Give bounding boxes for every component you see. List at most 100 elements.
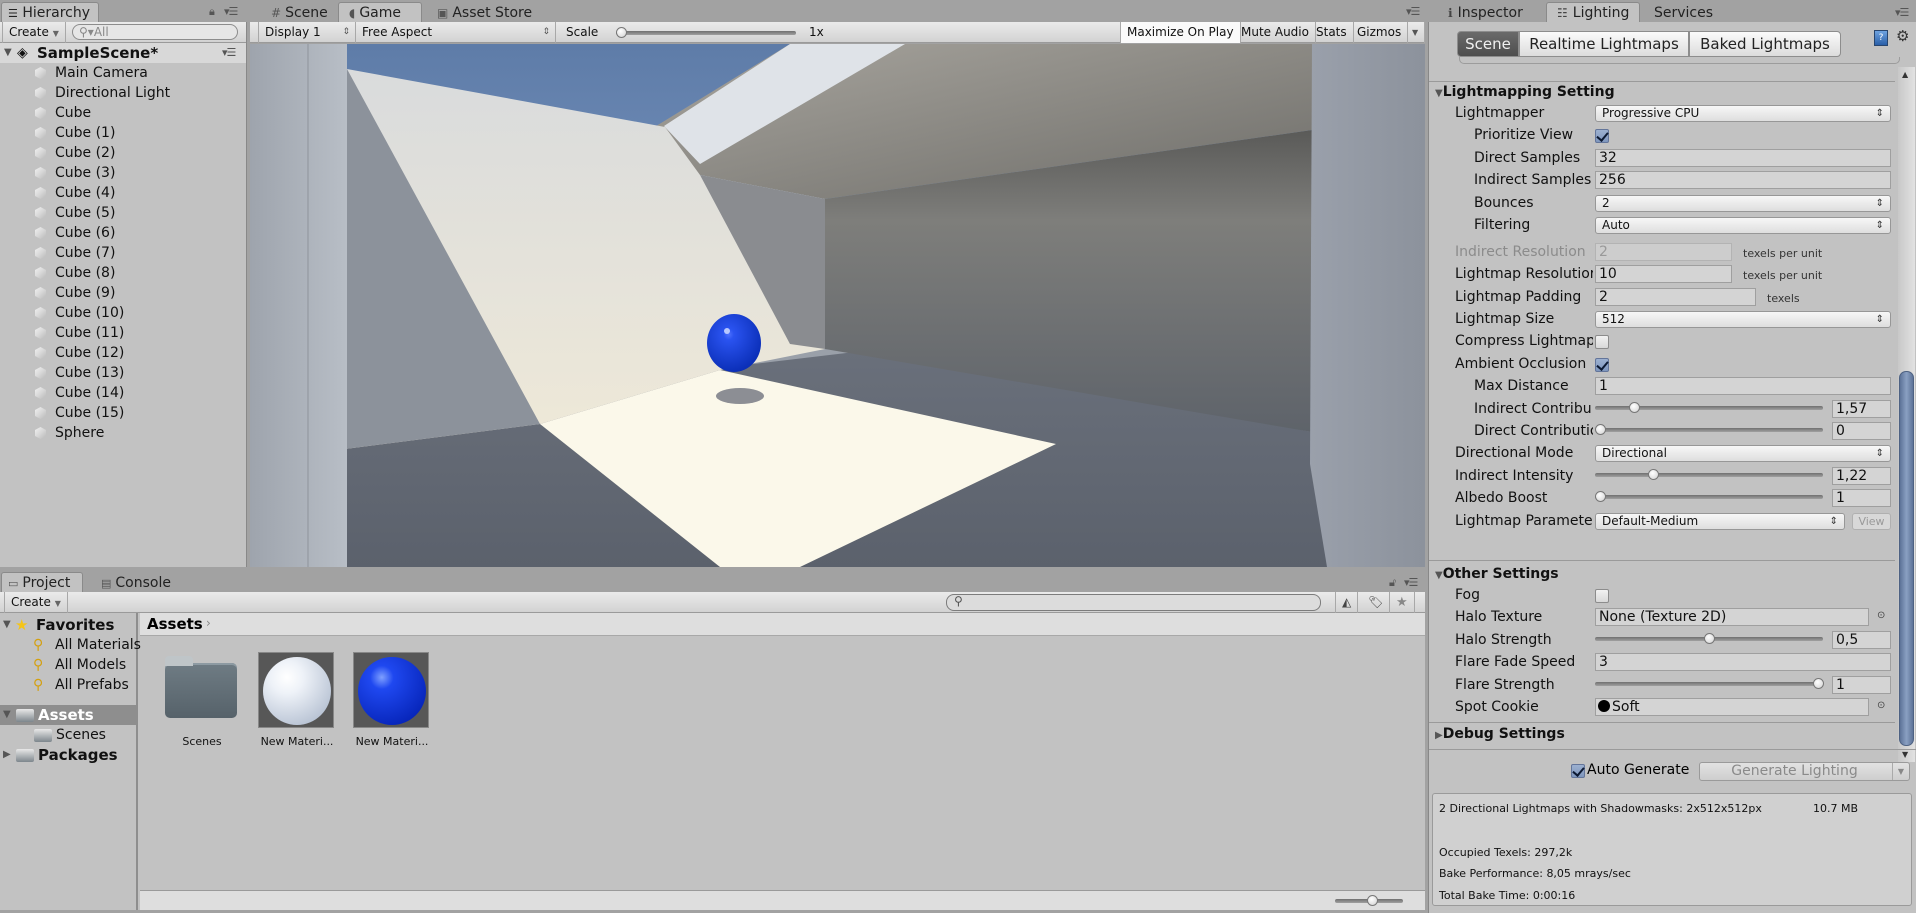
maximize-on-play-button[interactable]: Maximize On Play [1120, 22, 1241, 43]
tab-inspector[interactable]: ℹ Inspector [1437, 2, 1533, 22]
hierarchy-item[interactable]: Cube (10) [0, 303, 246, 323]
prioritize-view-checkbox[interactable] [1595, 129, 1609, 143]
subtab-scene[interactable]: Scene [1457, 31, 1519, 57]
tab-project[interactable]: ▭ Project [1, 572, 83, 592]
scale-slider[interactable] [612, 22, 802, 43]
scrollbar[interactable]: ▲ ▼ [1898, 67, 1915, 762]
hierarchy-item[interactable]: Directional Light [0, 83, 246, 103]
tab-scene[interactable]: # Scene [260, 2, 338, 22]
lock-icon[interactable]: 🔒︎ [209, 5, 215, 19]
flare-fade-speed-input[interactable]: 3 [1595, 653, 1891, 671]
asset-item[interactable]: Scenes [160, 651, 244, 751]
favorites-row[interactable]: ▼ ★ Favorites [0, 615, 136, 635]
aspect-dropdown[interactable]: Free Aspect ⇕ [356, 22, 556, 43]
lightmap-size-dropdown[interactable]: 512 ⇕ [1595, 311, 1891, 328]
expand-arrow-icon[interactable]: ▼ [4, 43, 12, 63]
indirect-contribution-slider-value[interactable]: 1,57 [1832, 400, 1891, 418]
hierarchy-item[interactable]: Cube (9) [0, 283, 246, 303]
slider-knob[interactable] [1813, 678, 1824, 689]
halo-texture-field[interactable]: None (Texture 2D) [1595, 608, 1869, 626]
expand-arrow-icon[interactable]: ▼ [3, 705, 11, 725]
scene-row[interactable]: ▼ ◈ SampleScene* ▾☰ [0, 43, 246, 63]
slider-knob[interactable] [1648, 469, 1659, 480]
lightmap-parameters-dropdown[interactable]: Default-Medium ⇕ [1595, 513, 1845, 530]
game-viewport[interactable] [250, 44, 1425, 567]
hierarchy-item[interactable]: Cube (14) [0, 383, 246, 403]
albedo-boost-slider[interactable]: 1 [1595, 489, 1891, 507]
filter-by-type-button[interactable]: ◭ [1335, 592, 1359, 613]
flare-strength-slider-value[interactable]: 1 [1832, 676, 1891, 694]
bounces-dropdown[interactable]: 2 ⇕ [1595, 195, 1891, 212]
lightmap-padding-input[interactable]: 2 [1595, 288, 1756, 306]
view-button[interactable]: View [1852, 513, 1891, 530]
generate-lighting-button[interactable]: Generate Lighting ▼ [1699, 762, 1910, 781]
scroll-up-arrow-icon[interactable]: ▲ [1902, 70, 1908, 79]
breadcrumb-assets[interactable]: Assets [147, 615, 203, 633]
favorite-star-button[interactable]: ★ [1390, 592, 1415, 613]
object-picker-icon[interactable]: ⊙ [1877, 700, 1885, 711]
slider-knob[interactable] [1367, 895, 1378, 906]
expand-arrow-icon[interactable]: ▶ [3, 745, 11, 765]
favorite-item[interactable]: ⚲ All Materials [0, 635, 141, 655]
slider-knob[interactable] [1595, 491, 1606, 502]
hierarchy-item[interactable]: Cube (6) [0, 223, 246, 243]
slider-knob[interactable] [1595, 424, 1606, 435]
lightmapper-dropdown[interactable]: Progressive CPU ⇕ [1595, 105, 1891, 122]
indirect-resolution-input[interactable]: 2 [1595, 243, 1732, 261]
albedo-boost-slider-value[interactable]: 1 [1832, 489, 1891, 507]
expand-arrow-icon[interactable]: ▼ [3, 615, 11, 635]
slider-knob[interactable] [1629, 402, 1640, 413]
compress-lightmaps-checkbox[interactable] [1595, 335, 1609, 349]
tab-asset-store[interactable]: ▣ Asset Store [426, 2, 550, 22]
fog-checkbox[interactable] [1595, 589, 1609, 603]
subtab-realtime-lightmaps[interactable]: Realtime Lightmaps [1519, 31, 1689, 57]
object-picker-icon[interactable]: ⊙ [1877, 610, 1885, 621]
indirect-samples-input[interactable]: 256 [1595, 171, 1891, 189]
scrollbar-thumb[interactable] [1899, 371, 1914, 746]
lock-open-icon[interactable]: 🔓︎ [1389, 576, 1396, 590]
auto-generate-checkbox[interactable] [1571, 764, 1585, 778]
hierarchy-item[interactable]: Main Camera [0, 63, 246, 83]
hierarchy-item[interactable]: Cube (7) [0, 243, 246, 263]
hierarchy-item[interactable]: Cube (12) [0, 343, 246, 363]
settings-gear-icon[interactable]: ⚙ [1896, 27, 1909, 45]
create-button[interactable]: Create ▼ [2, 22, 66, 43]
tab-game[interactable]: ◖ Game [338, 2, 422, 22]
indirect-contribution-slider[interactable]: 1,57 [1595, 400, 1891, 418]
direct-contribution-slider-value[interactable]: 0 [1832, 422, 1891, 440]
hierarchy-item[interactable]: Sphere [0, 423, 246, 443]
favorite-item[interactable]: ⚲ All Models [0, 655, 136, 675]
asset-item[interactable]: New Materi... [255, 651, 339, 751]
slider-knob[interactable] [616, 27, 627, 38]
halo-strength-slider[interactable]: 0,5 [1595, 631, 1891, 649]
panel-menu-icon[interactable]: ▾☰ [1406, 5, 1420, 18]
tab-hierarchy[interactable]: ☰ Hierarchy [1, 2, 99, 22]
gizmos-dropdown-arrow[interactable]: ▼ [1406, 22, 1426, 43]
help-book-icon[interactable]: ? [1874, 30, 1888, 46]
display-dropdown[interactable]: Display 1 ⇕ [258, 22, 356, 43]
directional-mode-dropdown[interactable]: Directional ⇕ [1595, 445, 1891, 462]
flare-strength-slider[interactable]: 1 [1595, 676, 1891, 694]
max-distance-input[interactable]: 1 [1595, 377, 1891, 395]
spot-cookie-field[interactable]: Soft [1595, 698, 1869, 716]
scenes-tree-row[interactable]: Scenes [0, 725, 136, 745]
search-input[interactable]: ⚲▾All [72, 24, 238, 40]
slider-knob[interactable] [1704, 633, 1715, 644]
assets-tree-row[interactable]: ▼ Assets [0, 705, 136, 725]
filter-by-label-button[interactable]: 🏷︎ [1362, 592, 1391, 613]
hierarchy-item[interactable]: Cube (11) [0, 323, 246, 343]
debug-settings-header[interactable]: ▶Debug Settings [1435, 726, 1565, 742]
tab-services[interactable]: Services [1643, 2, 1721, 22]
project-search-input[interactable]: ⚲ [946, 594, 1321, 611]
subtab-baked-lightmaps[interactable]: Baked Lightmaps [1689, 31, 1841, 57]
filtering-dropdown[interactable]: Auto ⇕ [1595, 217, 1891, 234]
ambient-occlusion-checkbox[interactable] [1595, 358, 1609, 372]
thumbnail-size-slider[interactable] [1335, 895, 1405, 907]
panel-menu-icon[interactable]: ▾☰ [224, 5, 238, 18]
hierarchy-item[interactable]: Cube (4) [0, 183, 246, 203]
hierarchy-item[interactable]: Cube (1) [0, 123, 246, 143]
favorite-item[interactable]: ⚲ All Prefabs [0, 675, 136, 695]
direct-contribution-slider[interactable]: 0 [1595, 422, 1891, 440]
stats-button[interactable]: Stats [1310, 22, 1354, 43]
tab-console[interactable]: ▤ Console [94, 572, 178, 592]
